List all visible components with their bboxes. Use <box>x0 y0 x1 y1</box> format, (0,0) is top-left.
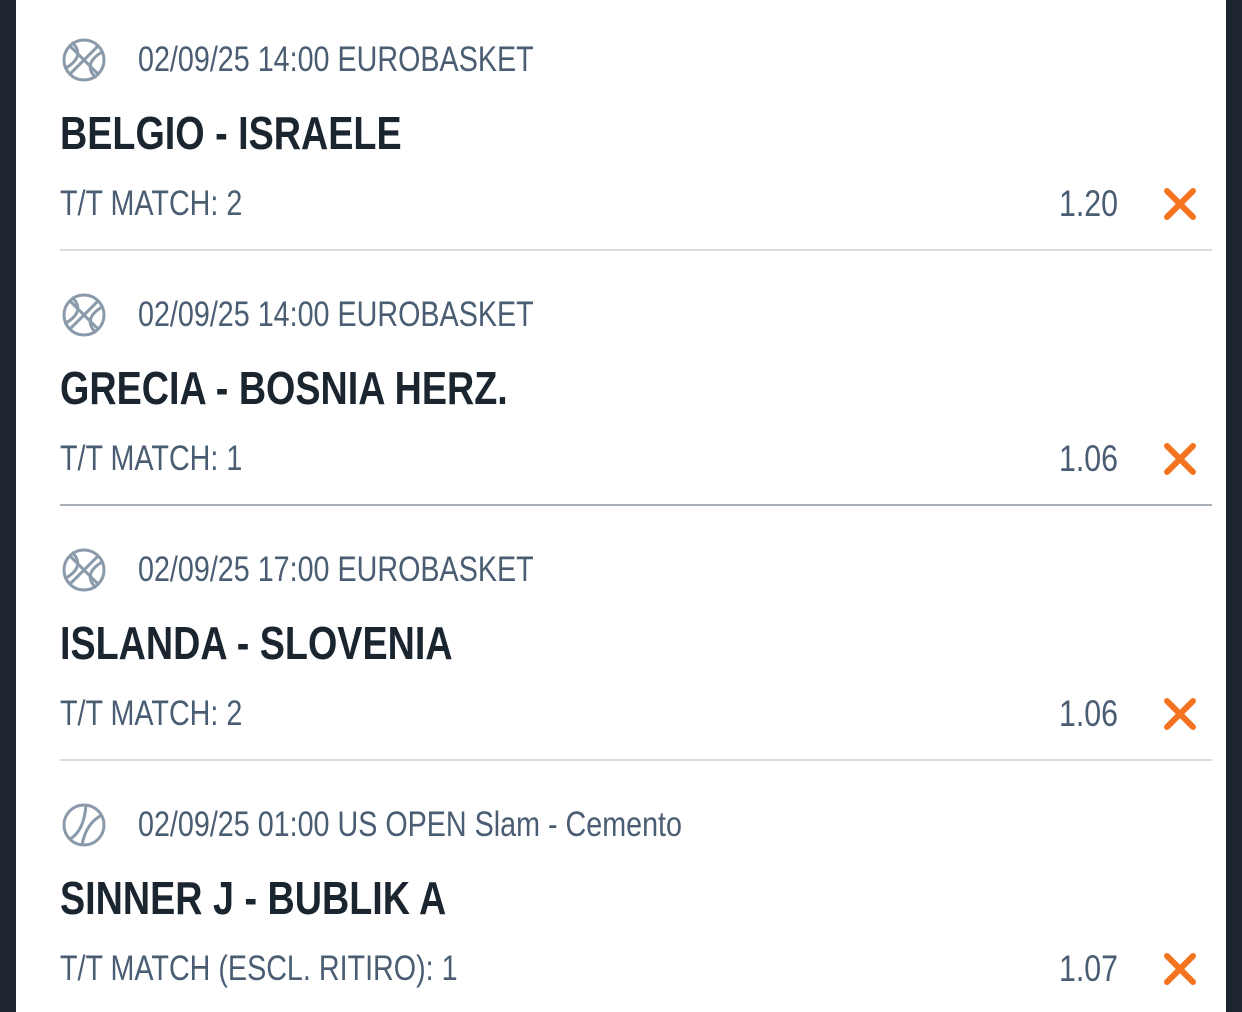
match-title: BELGIO - ISRAELE <box>60 107 402 159</box>
odds-value: 1.07 <box>1058 948 1118 989</box>
remove-bet-button[interactable] <box>1160 184 1200 224</box>
market-selection: T/T MATCH (ESCL. RITIRO): 1 <box>60 949 458 988</box>
event-meta: 02/09/25 14:00 EUROBASKET <box>138 295 534 334</box>
remove-bet-button[interactable] <box>1160 694 1200 734</box>
odds-value: 1.06 <box>1058 438 1118 479</box>
bet-item: 02/09/25 14:00 EUROBASKET BELGIO - ISRAE… <box>16 0 1226 255</box>
event-meta: 02/09/25 17:00 EUROBASKET <box>138 550 534 589</box>
match-title: GRECIA - BOSNIA HERZ. <box>60 362 508 414</box>
bet-slip-panel: 02/09/25 14:00 EUROBASKET BELGIO - ISRAE… <box>16 0 1226 1012</box>
bet-item: 02/09/25 17:00 EUROBASKET ISLANDA - SLOV… <box>16 510 1226 765</box>
odds-value: 1.06 <box>1058 693 1118 734</box>
market-selection: T/T MATCH: 2 <box>60 184 243 223</box>
basketball-icon <box>60 36 108 84</box>
odds-value: 1.20 <box>1058 183 1118 224</box>
event-meta: 02/09/25 14:00 EUROBASKET <box>138 40 534 79</box>
tennis-ball-icon <box>60 801 108 849</box>
event-meta: 02/09/25 01:00 US OPEN Slam - Cemento <box>138 805 682 844</box>
remove-bet-button[interactable] <box>1160 439 1200 479</box>
basketball-icon <box>60 291 108 339</box>
match-title: ISLANDA - SLOVENIA <box>60 617 453 669</box>
divider <box>60 759 1212 761</box>
match-title: SINNER J - BUBLIK A <box>60 872 447 924</box>
market-selection: T/T MATCH: 2 <box>60 694 243 733</box>
basketball-icon <box>60 546 108 594</box>
divider <box>60 504 1212 506</box>
close-icon <box>1164 443 1196 475</box>
close-icon <box>1164 188 1196 220</box>
close-icon <box>1164 698 1196 730</box>
market-selection: T/T MATCH: 1 <box>60 439 243 478</box>
remove-bet-button[interactable] <box>1160 949 1200 989</box>
close-icon <box>1164 953 1196 985</box>
bet-item: 02/09/25 14:00 EUROBASKET GRECIA - BOSNI… <box>16 255 1226 510</box>
bet-item: 02/09/25 01:00 US OPEN Slam - Cemento SI… <box>16 765 1226 1012</box>
divider <box>60 249 1212 251</box>
